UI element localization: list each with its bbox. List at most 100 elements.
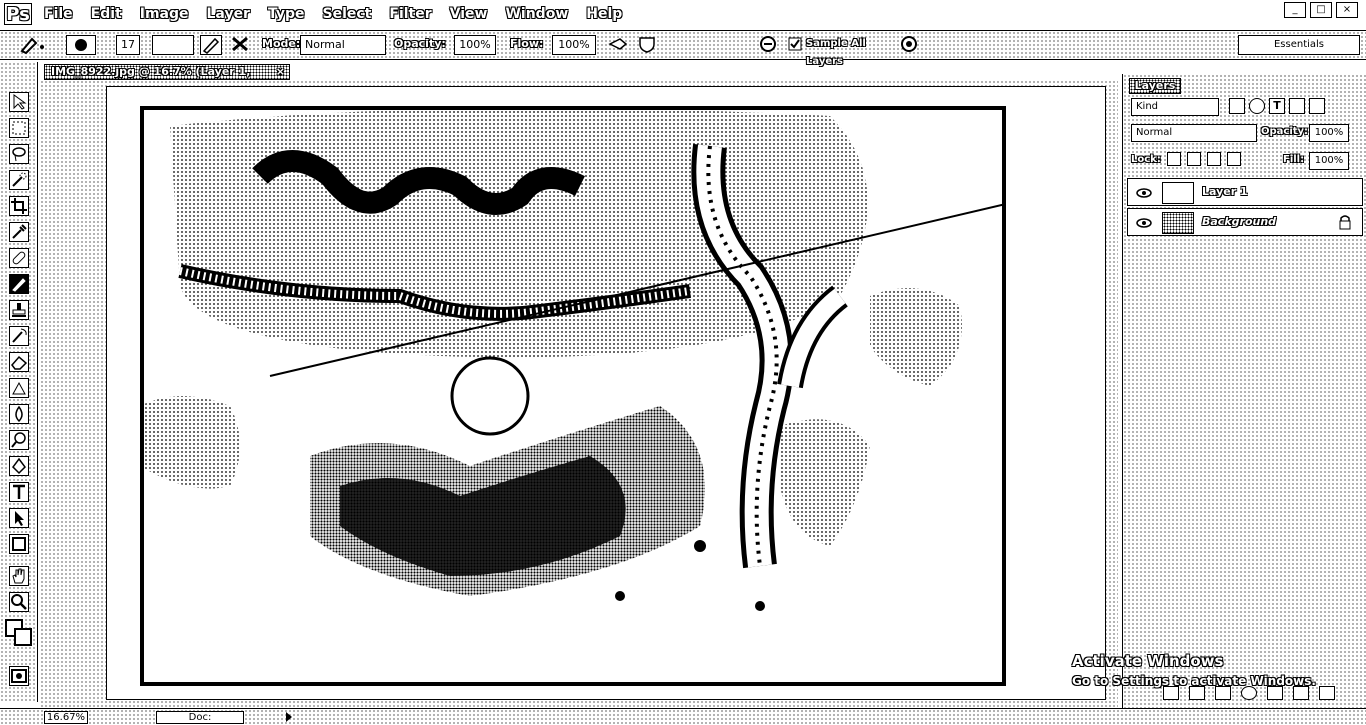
zoom-level[interactable]: 16.67% <box>44 711 88 724</box>
menu-bar: Ps File Edit Image Layer Type Select Fil… <box>0 0 1366 28</box>
fill-input[interactable]: 100% <box>1309 152 1349 170</box>
marquee-icon <box>12 121 26 135</box>
opacity-input[interactable]: 100% <box>454 35 496 55</box>
adjustment-layer-icon[interactable] <box>1241 686 1257 700</box>
pixel-filter-icon[interactable] <box>1229 98 1245 114</box>
airbrush-button[interactable] <box>608 35 630 55</box>
tool-preset-icon <box>20 37 44 55</box>
visibility-eye-icon[interactable] <box>1136 215 1152 231</box>
mode-label: Mode: <box>262 37 301 50</box>
eyedropper-tool[interactable] <box>9 222 29 242</box>
pen-tool[interactable] <box>9 456 29 476</box>
path-select-tool[interactable] <box>9 508 29 528</box>
smart-object-filter-icon[interactable] <box>1309 98 1325 114</box>
type-filter-icon[interactable]: T <box>1269 98 1285 114</box>
image-artwork[interactable] <box>140 106 1006 686</box>
layer-style-icon[interactable] <box>1189 686 1205 700</box>
menu-filter[interactable]: Filter <box>389 5 431 23</box>
minimize-button[interactable]: _ <box>1284 2 1306 18</box>
move-tool[interactable] <box>9 92 29 112</box>
clone-source-panel-button[interactable] <box>230 35 252 55</box>
clone-stamp-tool[interactable] <box>9 300 29 320</box>
layer-row-background[interactable]: Background <box>1127 208 1363 236</box>
hand-tool[interactable] <box>9 566 29 586</box>
type-tool[interactable] <box>9 482 29 502</box>
blend-mode-dropdown[interactable]: Normal <box>1131 124 1257 142</box>
zoom-tool[interactable] <box>9 592 29 612</box>
brush-tool[interactable] <box>9 274 29 294</box>
link-layers-icon[interactable] <box>1163 686 1179 700</box>
shape-filter-icon[interactable] <box>1289 98 1305 114</box>
lock-all-icon[interactable] <box>1227 152 1241 166</box>
history-brush-tool[interactable] <box>9 326 29 346</box>
workspace-switcher[interactable]: Essentials <box>1238 35 1360 55</box>
brush-size-box[interactable]: 17 <box>116 35 140 55</box>
watermark-subtitle: Go to Settings to activate Windows. <box>1072 674 1316 688</box>
color-swatches-icon <box>5 619 32 646</box>
layer-filter-dropdown[interactable]: Kind <box>1131 98 1219 116</box>
sample-all-layers-checkbox[interactable] <box>788 35 802 55</box>
menu-image[interactable]: Image <box>140 5 189 23</box>
status-menu-arrow[interactable] <box>284 711 294 724</box>
layer-thumbnail <box>1162 212 1194 234</box>
layer-name[interactable]: Layer 1 <box>1202 185 1248 198</box>
layer-thumbnail <box>1162 182 1194 204</box>
ignore-adjustment-button[interactable] <box>898 35 922 55</box>
layer-opacity-input[interactable]: 100% <box>1309 124 1349 142</box>
document-tab[interactable]: IMG_8922.jpg @ 16.7% (Layer 1, RGB/8) × <box>44 64 290 92</box>
clone-source-box[interactable] <box>152 35 194 55</box>
dodge-tool[interactable] <box>9 430 29 450</box>
flow-input[interactable]: 100% <box>552 35 596 55</box>
marquee-tool[interactable] <box>9 118 29 138</box>
checkbox-checked-icon <box>788 37 802 51</box>
close-tab-button[interactable]: × <box>276 65 285 79</box>
quick-mask-button[interactable] <box>9 666 29 686</box>
tool-preset-picker[interactable] <box>18 35 48 55</box>
lasso-tool[interactable] <box>9 144 29 164</box>
delete-layer-icon[interactable] <box>1319 686 1335 700</box>
menu-help[interactable]: Help <box>586 5 622 23</box>
layer-name[interactable]: Background <box>1202 215 1276 228</box>
color-swatches[interactable] <box>4 618 34 648</box>
right-panels: Layers Kind T Normal Opacity: 100% Lock:… <box>1122 74 1366 708</box>
eraser-tool[interactable] <box>9 352 29 372</box>
shape-tool[interactable] <box>9 534 29 554</box>
blur-tool[interactable] <box>9 404 29 424</box>
new-layer-icon[interactable] <box>1293 686 1309 700</box>
lock-transparency-icon[interactable] <box>1167 152 1181 166</box>
quick-select-tool[interactable] <box>9 170 29 190</box>
add-mask-icon[interactable] <box>1215 686 1231 700</box>
layer-row-layer-1[interactable]: Layer 1 <box>1127 178 1363 206</box>
visibility-eye-icon[interactable] <box>1136 185 1152 201</box>
airbrush-icon <box>608 38 628 50</box>
toggle-brush-panel-button[interactable] <box>200 35 222 55</box>
lock-pixels-icon[interactable] <box>1187 152 1201 166</box>
menu-layer[interactable]: Layer <box>207 5 250 23</box>
activate-windows-watermark: Activate Windows Go to Settings to activ… <box>1072 652 1316 688</box>
crop-tool[interactable] <box>9 196 29 216</box>
brush-picker[interactable] <box>66 35 96 55</box>
fill-label: Fill: <box>1283 154 1305 165</box>
path-select-icon <box>15 511 24 526</box>
menu-edit[interactable]: Edit <box>91 5 122 23</box>
adjustment-filter-icon[interactable] <box>1249 98 1265 114</box>
photoshop-logo: Ps <box>4 3 32 25</box>
gradient-tool[interactable] <box>9 378 29 398</box>
lock-position-icon[interactable] <box>1207 152 1221 166</box>
pressure-opacity-button[interactable] <box>756 35 784 55</box>
aligned-button[interactable] <box>636 35 660 55</box>
close-window-button[interactable]: × <box>1336 2 1358 18</box>
layers-panel-tab[interactable]: Layers <box>1129 78 1181 94</box>
menu-select[interactable]: Select <box>323 5 372 23</box>
healing-tool[interactable] <box>9 248 29 268</box>
mode-dropdown[interactable]: Normal <box>300 35 386 55</box>
move-icon <box>13 94 27 110</box>
menu-file[interactable]: File <box>44 5 73 23</box>
menu-view[interactable]: View <box>450 5 488 23</box>
menu-type[interactable]: Type <box>268 5 305 23</box>
maximize-button[interactable]: □ <box>1310 2 1332 18</box>
menu-window[interactable]: Window <box>505 5 568 23</box>
toolbox <box>0 62 38 702</box>
eyedropper-icon <box>12 224 27 239</box>
new-group-icon[interactable] <box>1267 686 1283 700</box>
